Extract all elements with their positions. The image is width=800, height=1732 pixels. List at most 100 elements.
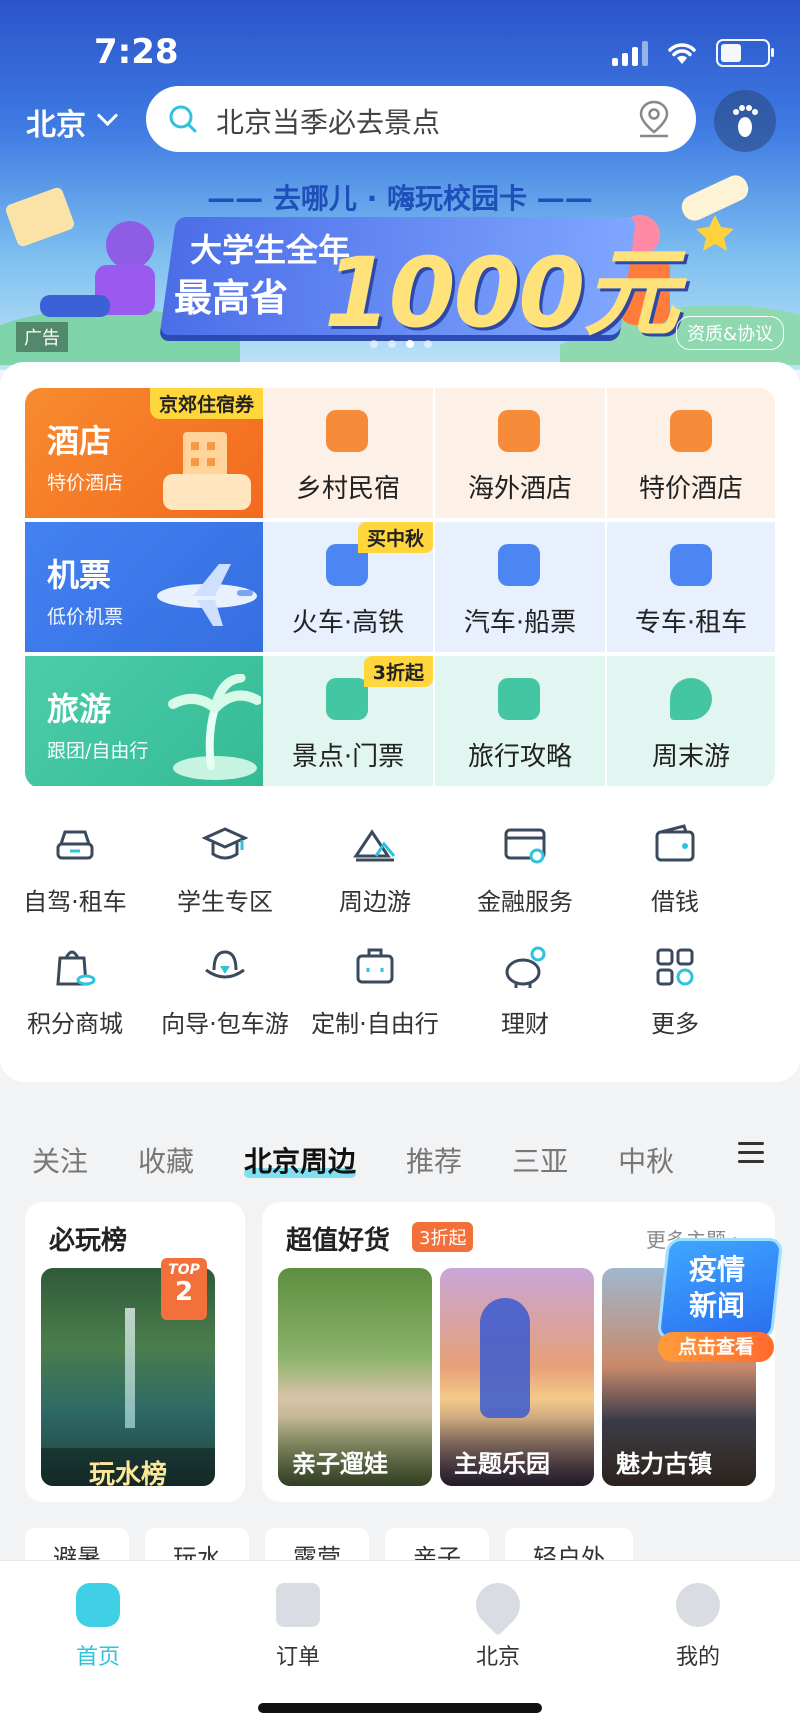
tab-mid-autumn[interactable]: 中秋 (618, 1140, 674, 1180)
tabbar-orders[interactable]: 订单 (248, 1573, 348, 1671)
flight-entry[interactable]: 机票 低价机票 (25, 522, 263, 652)
deal-label: 亲子遛娃 (292, 1450, 388, 1478)
custom-trip-entry[interactable]: 定制·自由行 (300, 944, 450, 1054)
quick-entry-row-1: 自驾·租车 学生专区 周边游 金融服务 借钱 (0, 822, 800, 932)
flight-subtitle: 低价机票 (47, 606, 124, 628)
car-entry[interactable]: 专车·租车 (607, 522, 775, 652)
shopping-bag-icon (56, 950, 96, 986)
points-mall-label: 积分商城 (27, 1010, 123, 1038)
wealth-entry[interactable]: 理财 (450, 944, 600, 1054)
travel-entry[interactable]: 旅游 跟团/自由行 (25, 656, 263, 786)
grid-more-icon (656, 948, 694, 986)
train-badge: 买中秋 (357, 522, 433, 553)
mountain-icon (353, 829, 396, 862)
student-label: 学生专区 (177, 888, 273, 916)
homestay-entry[interactable]: 乡村民宿 (263, 388, 433, 518)
self-drive-entry[interactable]: 自驾·租车 (0, 822, 150, 932)
more-entry[interactable]: 更多 (600, 944, 750, 1054)
waterfall-shape (125, 1308, 135, 1428)
qualification-link[interactable]: 资质&协议 (676, 316, 785, 350)
signal-icon (612, 40, 648, 66)
footprint-button[interactable] (714, 90, 776, 152)
bus-label: 汽车·船票 (463, 608, 577, 638)
homestay-label: 乡村民宿 (295, 474, 400, 504)
search-input[interactable]: 北京当季必去景点 (146, 86, 696, 152)
suitcase-icon (356, 948, 394, 984)
home-indicator (258, 1703, 542, 1713)
banner-amount: 1000元 (324, 237, 679, 349)
custom-trip-label: 定制·自由行 (311, 1010, 439, 1038)
tab-favorites[interactable]: 收藏 (138, 1140, 194, 1180)
weekend-label: 周末游 (651, 742, 730, 772)
guide-charter-entry[interactable]: 向导·包车游 (150, 944, 300, 1054)
city-selector[interactable]: 北京 (26, 100, 86, 144)
search-icon (169, 105, 197, 133)
finance-entry[interactable]: 金融服务 (450, 822, 600, 932)
deal-item[interactable]: 主题乐园 (440, 1268, 594, 1486)
banner-title: —— 去哪儿 · 嗨玩校园卡 —— (207, 182, 593, 215)
weekend-entry[interactable]: 周末游 (607, 656, 775, 786)
tabbar-city-label: 北京 (475, 1645, 520, 1670)
deals-title: 超值好货 (286, 1226, 391, 1256)
bus-icon (498, 544, 540, 586)
must-play-caption: 玩水榜 (88, 1460, 167, 1486)
search-placeholder: 北京当季必去景点 (216, 106, 441, 139)
hotel-building-icon (163, 432, 251, 510)
news-line1: 疫情 (688, 1253, 745, 1286)
loan-entry[interactable]: 借钱 (600, 822, 750, 932)
discount-hotel-entry[interactable]: 特价酒店 (607, 388, 775, 518)
bus-entry[interactable]: 汽车·船票 (435, 522, 605, 652)
student-entry[interactable]: 学生专区 (150, 822, 300, 932)
piggy-bank-icon (505, 946, 546, 988)
travel-subtitle: 跟团/自由行 (47, 740, 149, 762)
hotel-badge: 京郊住宿券 (149, 388, 263, 419)
tab-beijing-nearby[interactable]: 北京周边 (244, 1140, 357, 1180)
tabbar-home[interactable]: 首页 (48, 1573, 148, 1671)
header-area: 7:28 北京 北京当季必去景点 —— 去哪儿 · 嗨玩校园卡 —— 大学生全年… (0, 0, 800, 370)
points-mall-entry[interactable]: 积分商城 (0, 944, 150, 1054)
discount-hotel-label: 特价酒店 (638, 474, 743, 504)
hotel-entry[interactable]: 酒店 特价酒店 京郊住宿券 (25, 388, 263, 518)
ticket-label: 景点·门票 (291, 742, 405, 772)
chevron-down-icon[interactable] (96, 104, 119, 127)
tabbar-mine-label: 我的 (675, 1645, 720, 1670)
palm-tree-icon (168, 674, 261, 780)
overseas-hotel-icon (498, 410, 540, 452)
battery-icon (716, 39, 774, 67)
more-label: 更多 (651, 1010, 699, 1038)
tab-sanya[interactable]: 三亚 (512, 1140, 568, 1180)
guide-charter-label: 向导·包车游 (161, 1010, 289, 1038)
ticket-badge: 3折起 (363, 656, 433, 687)
train-entry[interactable]: 火车·高铁 买中秋 (263, 522, 433, 652)
quick-entry-row-2: 积分商城 向导·包车游 定制·自由行 理财 更多 (0, 944, 800, 1054)
news-line2: 新闻 (688, 1289, 745, 1322)
menu-icon[interactable] (738, 1142, 764, 1164)
must-play-card[interactable]: 必玩榜 玩水榜 TOP 2 (25, 1202, 245, 1502)
guide-book-icon (498, 678, 540, 720)
travel-title: 旅游 (47, 690, 112, 728)
ticket-entry[interactable]: 景点·门票 3折起 (263, 656, 433, 786)
homestay-icon (326, 410, 368, 452)
tab-recommend[interactable]: 推荐 (406, 1140, 462, 1180)
train-label: 火车·高铁 (291, 608, 405, 638)
rank-label: TOP (168, 1262, 200, 1278)
nearby-label: 周边游 (339, 888, 411, 916)
finance-label: 金融服务 (477, 888, 573, 916)
guide-entry[interactable]: 旅行攻略 (435, 656, 605, 786)
feed-tabs: 关注 收藏 北京周边 推荐 三亚 中秋 (32, 1140, 724, 1180)
tab-follow[interactable]: 关注 (32, 1140, 88, 1180)
hotel-title: 酒店 (47, 422, 112, 460)
tabbar-city[interactable]: 北京 (448, 1573, 548, 1671)
location-pin-icon[interactable] (634, 98, 674, 140)
overseas-hotel-entry[interactable]: 海外酒店 (435, 388, 605, 518)
self-drive-label: 自驾·租车 (23, 888, 127, 916)
wifi-icon (668, 43, 696, 64)
deal-item[interactable]: 亲子遛娃 (278, 1268, 432, 1486)
airplane-icon (157, 564, 257, 626)
location-icon (466, 1573, 530, 1637)
news-view-button[interactable]: 点击查看 (658, 1332, 774, 1362)
nearby-entry[interactable]: 周边游 (300, 822, 450, 932)
tabbar-mine[interactable]: 我的 (648, 1573, 748, 1671)
news-popup[interactable]: 疫情 新闻 点击查看 (656, 1238, 784, 1366)
taxi-icon (670, 544, 712, 586)
